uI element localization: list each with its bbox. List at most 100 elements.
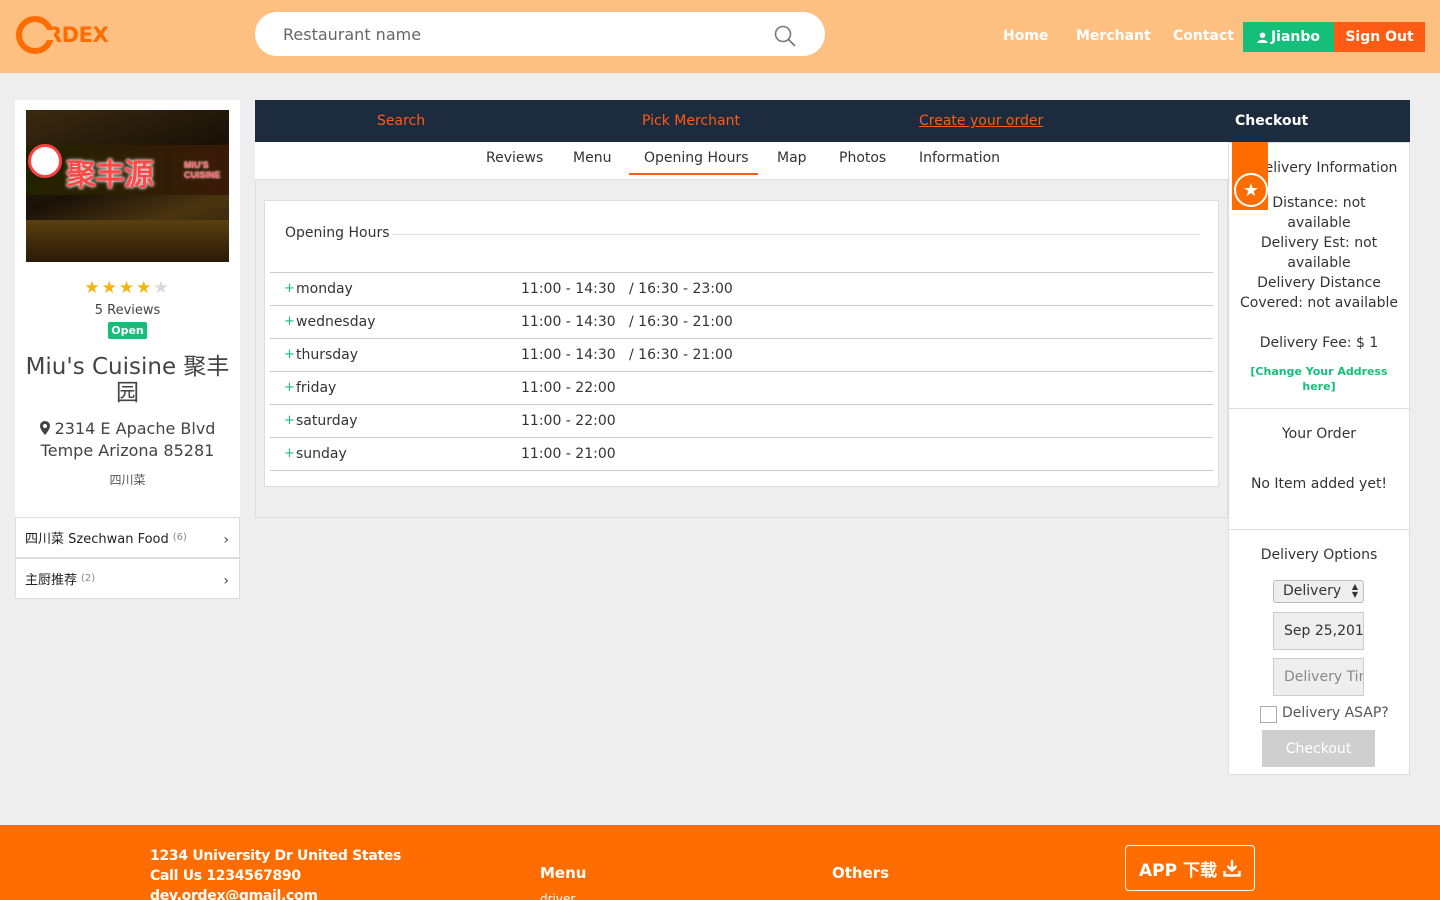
delivery-options-title: Delivery Options	[1260, 547, 1378, 563]
star-icon: ★	[101, 278, 119, 297]
map-marker-icon	[39, 421, 50, 435]
app-download-button[interactable]: APP 下载	[1125, 845, 1255, 891]
search-input[interactable]	[283, 22, 743, 46]
category-count: (6)	[172, 532, 187, 543]
asap-checkbox[interactable]	[1260, 706, 1277, 723]
change-address-link[interactable]: [Change Your Address here]	[1240, 364, 1398, 394]
step-checkout[interactable]: Checkout	[1235, 113, 1308, 129]
category-label: 四川菜 Szechwan Food	[25, 532, 169, 547]
sign-logo-circle	[28, 144, 62, 178]
merchant-photo: 聚丰源 MIU'S CUISINE	[26, 110, 229, 262]
status-badge: Open	[108, 322, 147, 339]
tab-menu[interactable]: Menu	[573, 150, 611, 166]
ground-lights	[26, 220, 229, 262]
hours-row: + saturday 11:00 - 22:00	[270, 405, 1213, 438]
nav-home-link[interactable]: Home	[1003, 28, 1048, 44]
tab-map[interactable]: Map	[777, 150, 807, 166]
tab-reviews[interactable]: Reviews	[486, 150, 543, 166]
user-account-button[interactable]: Jianbo	[1243, 22, 1334, 52]
hours-time: 11:00 - 14:30 / 16:30 - 23:00	[521, 281, 733, 297]
plus-icon: +	[284, 281, 295, 296]
nav-merchant-link[interactable]: Merchant	[1076, 28, 1151, 44]
delivery-date-field[interactable]: Sep 25,2019	[1273, 612, 1364, 650]
category-item[interactable]: 四川菜 Szechwan Food (6) ›	[15, 517, 240, 558]
active-tab-indicator	[629, 173, 758, 175]
star-icon: ★	[118, 278, 137, 297]
merchant-address: 2314 E Apache Blvd Tempe Arizona 85281	[21, 418, 234, 462]
delivery-time-field[interactable]: Delivery Time	[1273, 658, 1364, 696]
plus-icon: +	[284, 314, 295, 329]
cuisine-type: 四川菜	[109, 473, 146, 487]
distance-info: Distance: not available	[1272, 195, 1366, 231]
delivery-est-info: Delivery Est: not available	[1260, 235, 1378, 271]
hours-day: thursday	[296, 347, 359, 363]
app-download-label: APP 下载	[1139, 860, 1217, 881]
hours-row: + sunday 11:00 - 21:00	[270, 438, 1213, 471]
category-count: (2)	[81, 573, 96, 584]
download-icon	[1223, 860, 1241, 877]
merchant-name: Miu's Cuisine 聚丰园	[25, 354, 230, 406]
star-icon: ★	[84, 278, 102, 297]
sign-out-button[interactable]: Sign Out	[1334, 22, 1425, 52]
hours-time: 11:00 - 22:00	[521, 413, 616, 429]
category-label: 主厨推荐	[25, 573, 78, 588]
delivery-type-select[interactable]: Delivery ▲ ▼	[1273, 580, 1364, 603]
your-order-title: Your Order	[1281, 426, 1357, 442]
sign-english-text: MIU'S CUISINE	[184, 160, 221, 180]
user-icon	[1257, 31, 1268, 43]
sign-chinese-text: 聚丰源	[66, 158, 154, 193]
delivery-fee-info: Delivery Fee: $ 1	[1259, 335, 1379, 351]
select-arrows-icon: ▲ ▼	[1351, 582, 1358, 599]
sidebar-divider	[1228, 529, 1410, 530]
hours-row: + wednesday 11:00 - 14:30 / 16:30 - 21:0…	[270, 306, 1213, 339]
category-item[interactable]: 主厨推荐 (2) ›	[15, 558, 240, 599]
tab-photos[interactable]: Photos	[839, 150, 886, 166]
footer-email[interactable]: dev.ordex@gmail.com	[150, 888, 318, 900]
search-box	[255, 12, 825, 56]
no-items-message: No Item added yet!	[1250, 476, 1388, 492]
step-create-order[interactable]: Create your order	[919, 113, 1043, 129]
star-empty-icon: ★	[153, 278, 171, 297]
title-divider	[392, 234, 1199, 235]
hours-row: + thursday 11:00 - 14:30 / 16:30 - 21:00	[270, 339, 1213, 372]
tab-opening-hours[interactable]: Opening Hours	[644, 150, 749, 166]
hours-row: + monday 11:00 - 14:30 / 16:30 - 23:00	[270, 273, 1213, 306]
hours-time: 11:00 - 14:30 / 16:30 - 21:00	[521, 347, 733, 363]
footer-address: 1234 University Dr United States	[150, 848, 402, 864]
chevron-right-icon: ›	[223, 573, 229, 589]
tab-information[interactable]: Information	[919, 150, 1000, 166]
plus-icon: +	[284, 380, 295, 395]
footer-others-heading: Others	[832, 864, 890, 882]
logo-text: RDEX	[46, 23, 109, 47]
step-pick-merchant[interactable]: Pick Merchant	[642, 113, 740, 129]
chevron-right-icon: ›	[223, 532, 229, 548]
hours-day: wednesday	[296, 314, 376, 330]
hours-time: 11:00 - 22:00	[521, 380, 616, 396]
hours-day: monday	[296, 281, 353, 297]
hours-day: friday	[296, 380, 337, 396]
merchant-card: 聚丰源 MIU'S CUISINE ★★★★★ 5 Reviews Open M…	[15, 100, 240, 517]
delivery-type-value: Delivery	[1283, 583, 1342, 599]
checkout-button[interactable]: Checkout	[1262, 730, 1375, 767]
hours-day: saturday	[296, 413, 358, 429]
asap-label: Delivery ASAP?	[1282, 705, 1389, 721]
user-name: Jianbo	[1270, 29, 1321, 45]
search-icon[interactable]	[773, 24, 797, 48]
plus-icon: +	[284, 446, 295, 461]
reviews-count[interactable]: 5 Reviews	[15, 303, 240, 318]
nav-contact-link[interactable]: Contact	[1173, 28, 1234, 44]
rating-stars: ★★★★★	[15, 278, 240, 298]
footer-menu-link[interactable]: driver	[540, 892, 575, 900]
distance-covered-info: Delivery Distance Covered: not available	[1240, 275, 1398, 311]
plus-icon: +	[284, 347, 295, 362]
ordex-logo[interactable]: RDEX	[16, 14, 126, 56]
opening-hours-title: Opening Hours	[285, 225, 390, 241]
hours-day: sunday	[296, 446, 347, 462]
step-search[interactable]: Search	[377, 113, 425, 129]
hours-row: + friday 11:00 - 22:00	[270, 372, 1213, 405]
address-line2: Tempe Arizona 85281	[40, 441, 215, 460]
footer-contact: 1234 University Dr United States Call Us…	[150, 846, 401, 900]
hours-time: 11:00 - 21:00	[521, 446, 616, 462]
plus-icon: +	[284, 413, 295, 428]
footer-phone: Call Us 1234567890	[150, 868, 301, 884]
